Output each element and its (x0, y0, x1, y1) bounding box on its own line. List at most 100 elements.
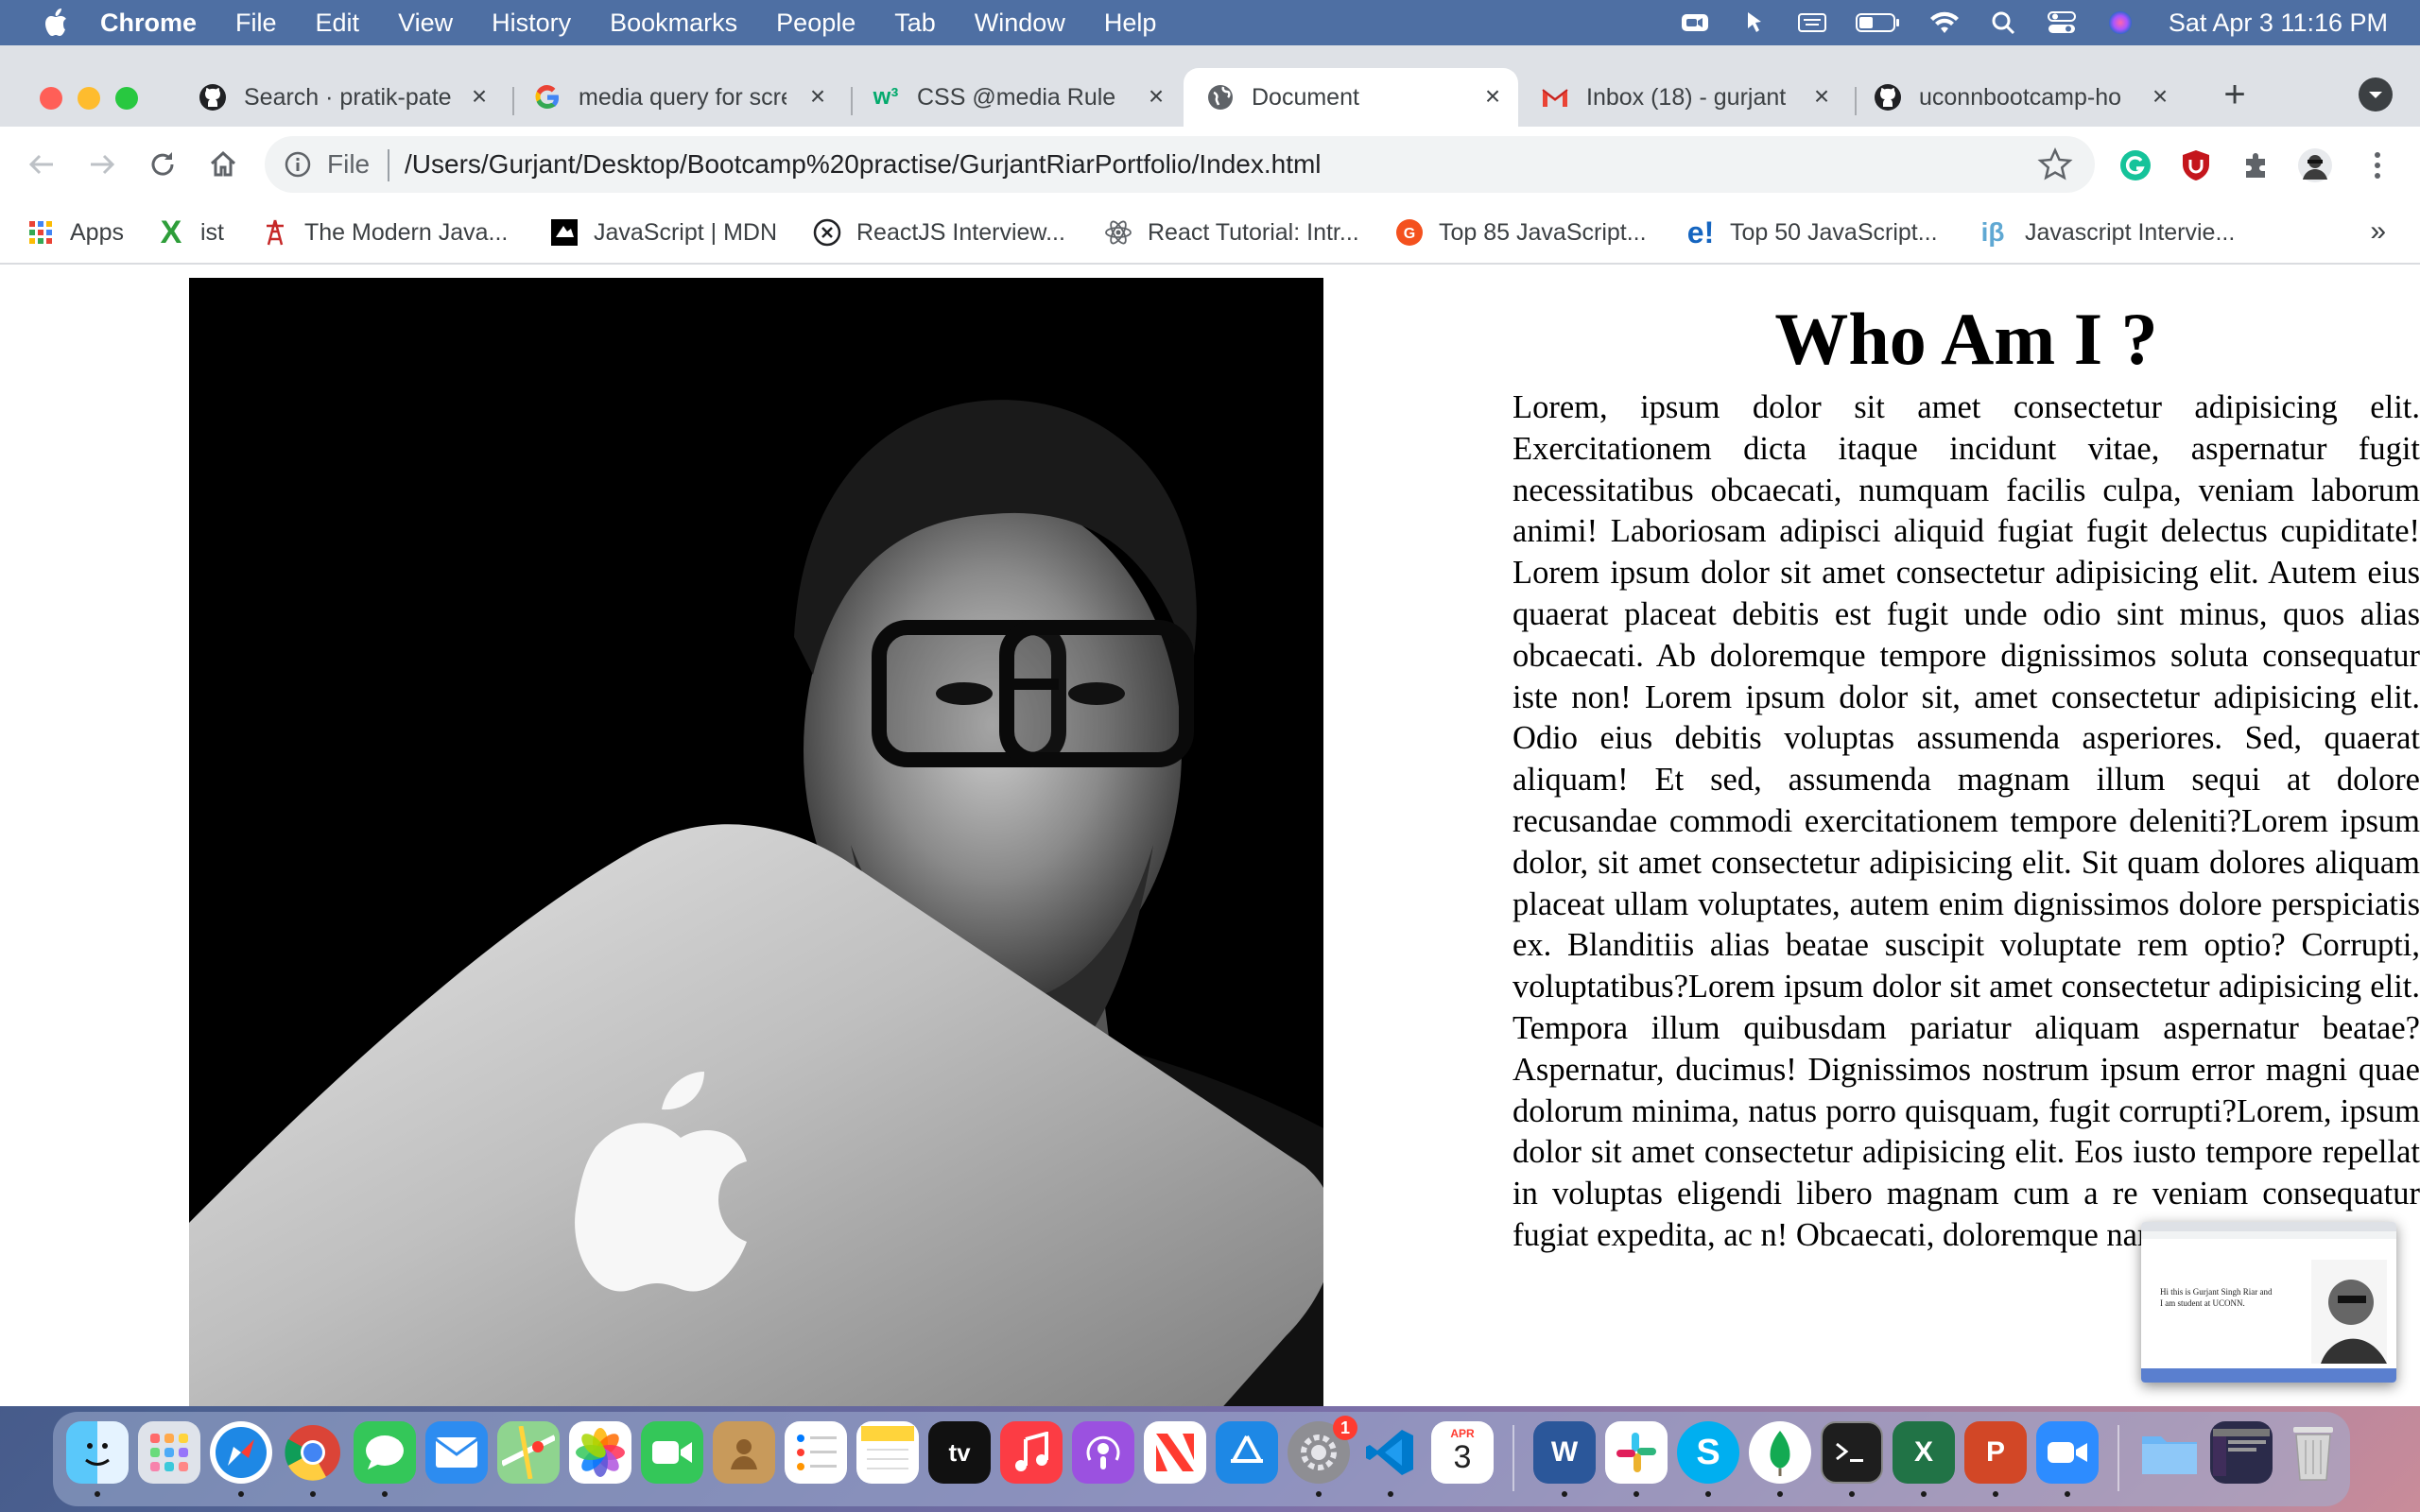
tab-google-search[interactable]: media query for scre × (522, 68, 843, 127)
screenshot-thumbnail[interactable]: Hi this is Gurjant Singh Riar and I am s… (2141, 1222, 2396, 1383)
word-icon[interactable]: W (1533, 1421, 1596, 1484)
tab-document-active[interactable]: Document × (1184, 68, 1518, 127)
bookmark-modern-javascript[interactable]: The Modern Java... (261, 214, 508, 251)
tab-separator (1855, 87, 1857, 115)
contacts-icon[interactable] (713, 1421, 775, 1484)
finder-icon[interactable] (66, 1421, 129, 1484)
close-icon[interactable]: × (1480, 83, 1505, 110)
bookmark-javascript-interview[interactable]: iβ Javascript Intervie... (1976, 214, 2236, 251)
system-preferences-icon[interactable]: 1 (1288, 1416, 1357, 1484)
extensions-button[interactable] (2237, 146, 2276, 185)
new-tab-button[interactable]: + (2214, 74, 2256, 115)
calendar-icon[interactable]: APR 3 (1431, 1421, 1494, 1484)
podcasts-icon[interactable] (1072, 1421, 1134, 1484)
menu-window[interactable]: Window (975, 9, 1065, 38)
menu-tab[interactable]: Tab (894, 9, 936, 38)
news-icon[interactable] (1144, 1421, 1206, 1484)
wifi-icon[interactable] (1928, 10, 1961, 35)
battery-icon[interactable] (1855, 10, 1902, 35)
skype-icon[interactable]: S (1677, 1421, 1739, 1484)
address-bar[interactable]: File /Users/Gurjant/Desktop/Bootcamp%20p… (265, 136, 2095, 193)
menu-app-name[interactable]: Chrome (100, 9, 197, 38)
notes-icon[interactable] (856, 1421, 919, 1484)
bookmarks-overflow-button[interactable]: » (2370, 215, 2386, 248)
reload-button[interactable] (142, 144, 183, 185)
profile-avatar[interactable] (2295, 146, 2335, 185)
zoom-app-icon[interactable] (2036, 1421, 2099, 1484)
chrome-menu-button[interactable] (2358, 146, 2397, 185)
appletv-icon[interactable]: tv (928, 1421, 991, 1484)
close-icon[interactable]: × (467, 83, 492, 110)
keyboard-icon[interactable] (1796, 10, 1828, 35)
menu-file[interactable]: File (235, 9, 277, 38)
close-icon[interactable]: × (2148, 83, 2172, 110)
close-icon[interactable]: × (805, 83, 830, 110)
close-icon[interactable]: × (1144, 83, 1168, 110)
mongodb-icon[interactable] (1749, 1421, 1811, 1484)
paste-icon[interactable] (1737, 10, 1770, 35)
bookmark-top-50-javascript[interactable]: e! Top 50 JavaScript... (1686, 214, 1938, 251)
close-window-button[interactable] (40, 87, 62, 110)
bookmark-star-icon[interactable] (2036, 146, 2074, 183)
url-divider (388, 149, 389, 181)
x-logo-icon: X (160, 214, 182, 250)
maps-icon[interactable] (497, 1421, 560, 1484)
back-button[interactable] (21, 144, 62, 185)
url-text[interactable]: /Users/Gurjant/Desktop/Bootcamp%20practi… (405, 149, 1322, 180)
control-center-icon[interactable] (2046, 10, 2078, 35)
info-icon[interactable] (284, 150, 312, 179)
downloads-folder-icon[interactable] (2138, 1421, 2201, 1484)
tab-search-button[interactable] (2359, 77, 2393, 112)
zoom-icon[interactable] (1679, 10, 1711, 35)
vscode-icon[interactable] (1359, 1421, 1422, 1484)
bookmark-top-85-javascript[interactable]: G Top 85 JavaScript... (1395, 214, 1647, 251)
menu-edit[interactable]: Edit (316, 9, 360, 38)
tab-github-search[interactable]: Search · pratik-pate × (183, 68, 505, 127)
menu-bookmarks[interactable]: Bookmarks (610, 9, 737, 38)
forward-button[interactable] (81, 144, 123, 185)
bookmark-mdn[interactable]: JavaScript | MDN (550, 214, 777, 251)
w3schools-icon: w³ (873, 84, 899, 110)
bookmark-react-tutorial[interactable]: React Tutorial: Intr... (1104, 214, 1359, 251)
interviewbit-icon: iβ (1980, 217, 2005, 247)
tab-github-uconn[interactable]: uconnbootcamp-ho × (1864, 68, 2186, 127)
excel-icon[interactable]: X (1893, 1421, 1955, 1484)
terminal-icon[interactable] (1821, 1421, 1883, 1484)
page-heading: Who Am I ? (1774, 298, 2158, 380)
ublock-extension[interactable] (2176, 146, 2216, 185)
music-icon[interactable] (1000, 1421, 1063, 1484)
mail-icon[interactable] (425, 1421, 488, 1484)
tab-gmail[interactable]: Inbox (18) - gurjant × (1526, 68, 1847, 127)
close-icon[interactable]: × (1809, 83, 1834, 110)
recent-window-icon[interactable] (2210, 1421, 2273, 1484)
photos-icon[interactable] (569, 1421, 631, 1484)
siri-icon[interactable] (2104, 10, 2136, 35)
grammarly-extension[interactable] (2116, 146, 2155, 185)
bookmark-ist[interactable]: X ist (157, 214, 224, 251)
facetime-icon[interactable] (641, 1421, 703, 1484)
menu-help[interactable]: Help (1104, 9, 1157, 38)
powerpoint-icon[interactable]: P (1964, 1421, 2027, 1484)
trash-icon[interactable] (2282, 1421, 2344, 1484)
messages-icon[interactable] (354, 1421, 416, 1484)
safari-icon[interactable] (210, 1421, 272, 1484)
tab-w3schools[interactable]: w³ CSS @media Rule × (860, 68, 1182, 127)
reminders-icon[interactable] (785, 1421, 847, 1484)
url-scheme: File (327, 149, 371, 179)
menu-clock[interactable]: Sat Apr 3 11:16 PM (2169, 9, 2388, 38)
menu-people[interactable]: People (776, 9, 856, 38)
appstore-icon[interactable] (1216, 1421, 1278, 1484)
bookmark-label: Javascript Intervie... (2025, 218, 2236, 246)
menu-view[interactable]: View (398, 9, 453, 38)
launchpad-icon[interactable] (138, 1421, 200, 1484)
minimize-window-button[interactable] (78, 87, 100, 110)
menu-history[interactable]: History (492, 9, 571, 38)
maximize-window-button[interactable] (115, 87, 138, 110)
slack-icon[interactable] (1605, 1421, 1668, 1484)
spotlight-icon[interactable] (1987, 10, 2019, 35)
chrome-icon[interactable] (282, 1421, 344, 1484)
bookmark-apps[interactable]: Apps (26, 214, 124, 251)
bookmark-reactjs-interview[interactable]: ReactJS Interview... (813, 214, 1065, 251)
home-button[interactable] (202, 144, 244, 185)
apple-menu-icon[interactable] (43, 9, 68, 37)
